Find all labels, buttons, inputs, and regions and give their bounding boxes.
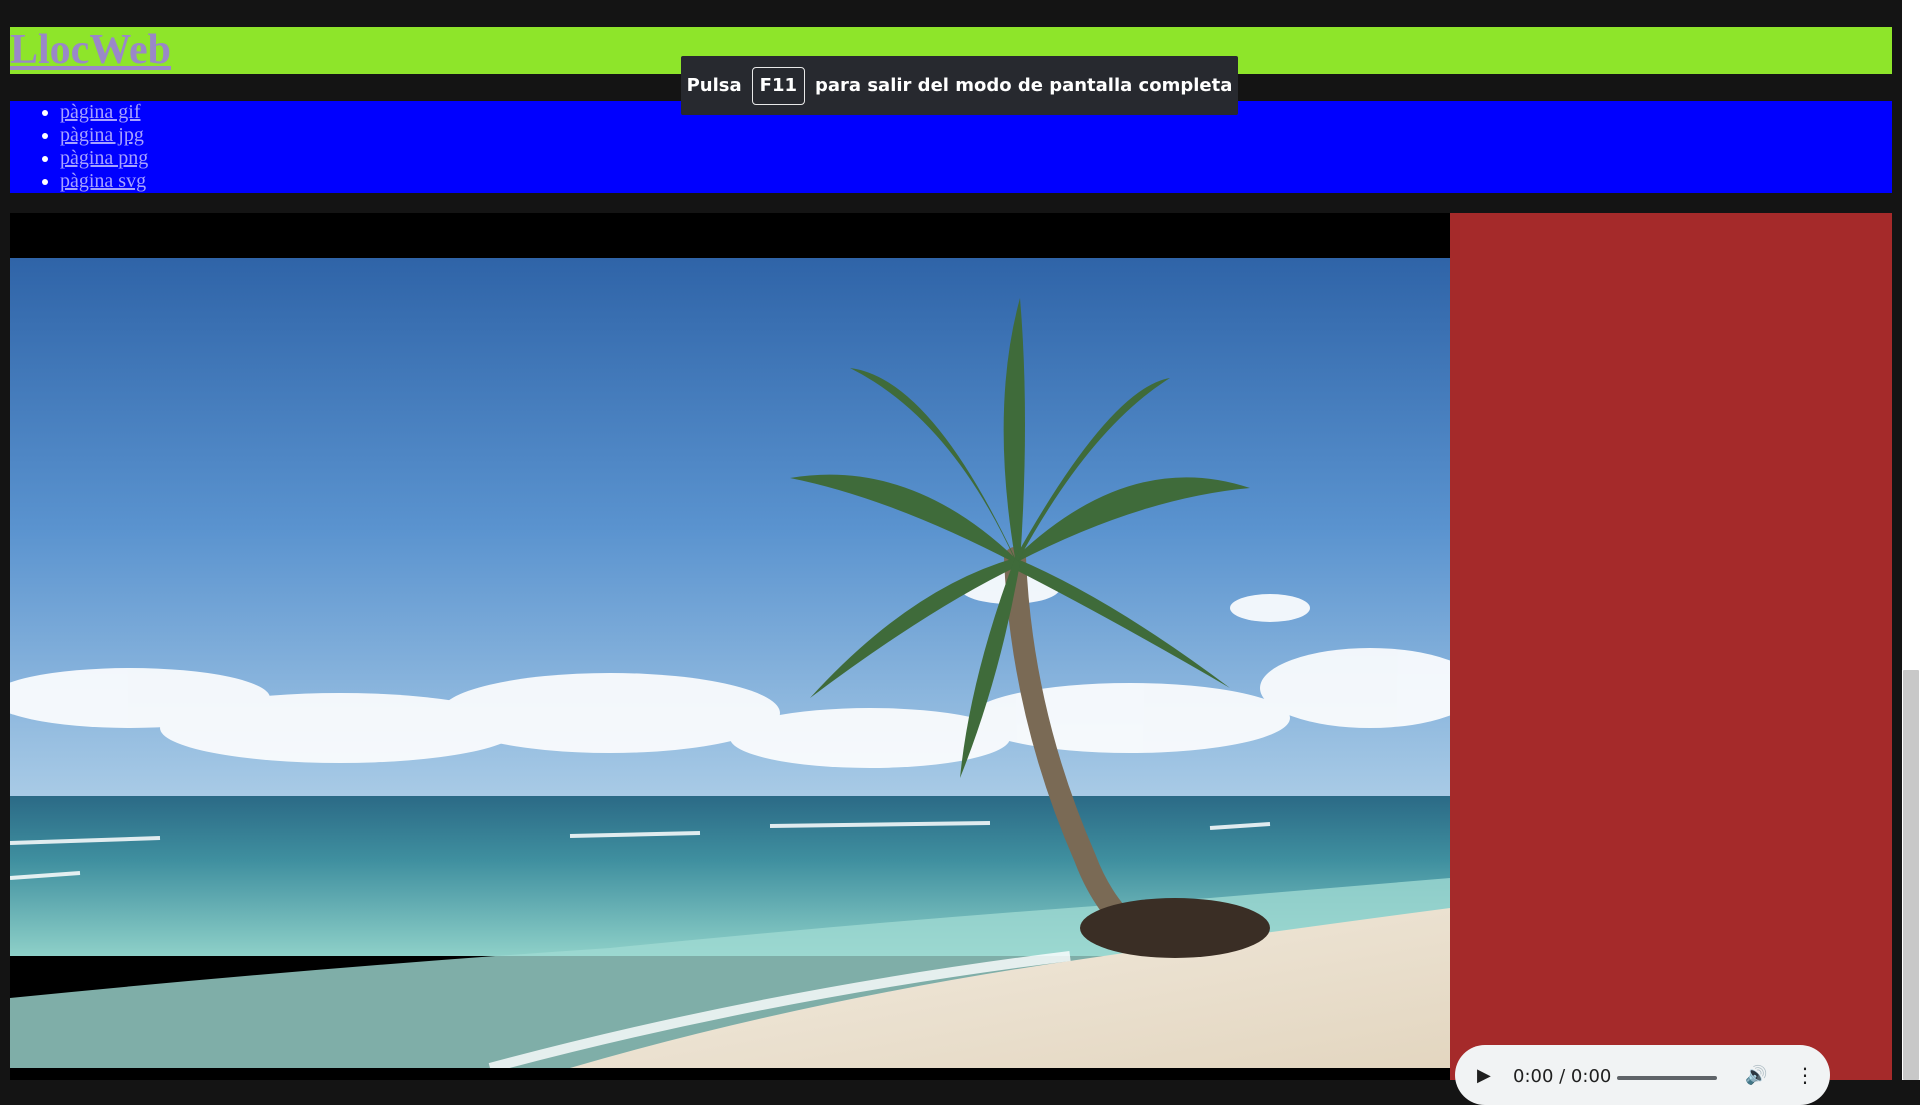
- fullscreen-notice: Pulsa F11 para salir del modo de pantall…: [681, 56, 1238, 115]
- video-player[interactable]: [10, 213, 1450, 1080]
- site-title-link[interactable]: LlocWeb: [10, 27, 171, 74]
- audio-time: 0:00 / 0:00: [1513, 1066, 1612, 1087]
- beach-palm-image: [10, 258, 1450, 1068]
- more-options-icon[interactable]: ⋮: [1795, 1063, 1815, 1087]
- fullscreen-notice-after: para salir del modo de pantalla completa: [815, 75, 1233, 96]
- audio-progress-track[interactable]: [1617, 1076, 1717, 1080]
- nav-link-gif[interactable]: pàgina gif: [60, 101, 141, 123]
- nav-item: pàgina png: [60, 147, 1892, 170]
- play-icon[interactable]: ▶: [1477, 1065, 1491, 1086]
- nav-link-jpg[interactable]: pàgina jpg: [60, 124, 144, 146]
- aside-panel: ▶ 0:00 / 0:00 🔊 ⋮: [1450, 213, 1892, 1105]
- nav-link-png[interactable]: pàgina png: [60, 147, 148, 169]
- fullscreen-notice-before: Pulsa: [686, 75, 742, 96]
- nav-link-svg[interactable]: pàgina svg: [60, 170, 146, 192]
- nav-item: pàgina jpg: [60, 124, 1892, 147]
- browser-page: LlocWeb pàgina gif pàgina jpg pàgina png…: [0, 0, 1920, 1105]
- nav-item: pàgina svg: [60, 170, 1892, 193]
- vertical-scrollbar[interactable]: [1902, 0, 1920, 1080]
- audio-player[interactable]: ▶ 0:00 / 0:00 🔊 ⋮: [1455, 1045, 1830, 1105]
- fullscreen-key-badge: F11: [751, 66, 806, 105]
- video-frame-beach-palm: [10, 258, 1450, 1068]
- volume-icon[interactable]: 🔊: [1745, 1065, 1767, 1086]
- scrollbar-thumb[interactable]: [1903, 670, 1919, 1080]
